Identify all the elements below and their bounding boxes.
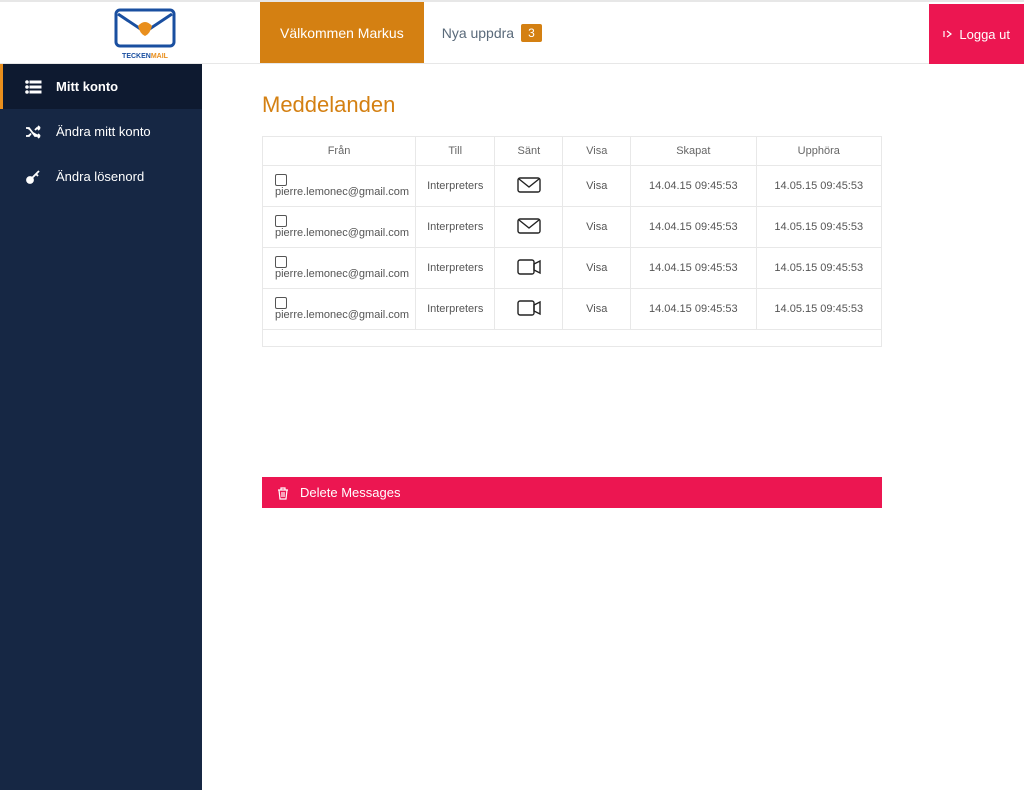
col-expires: Upphöra [756, 137, 881, 166]
cell-sent [495, 289, 563, 330]
cell-sent [495, 166, 563, 207]
row-checkbox[interactable] [275, 215, 287, 227]
main-content: Meddelanden Från Till Sänt Visa Skapat U… [202, 64, 1024, 790]
header: TECKENMAIL Välkommen Markus Nya uppdra 3… [0, 0, 1024, 64]
table-row: pierre.lemonec@gmail.com Interpreters Visa… [263, 248, 882, 289]
cell-created: 14.04.15 09:45:53 [631, 207, 756, 248]
cell-show[interactable]: Visa [563, 289, 631, 330]
table-row: pierre.lemonec@gmail.com Interpreters Visa… [263, 166, 882, 207]
welcome-tab[interactable]: Välkommen Markus [260, 2, 424, 63]
cell-from: pierre.lemonec@gmail.com [263, 166, 416, 207]
cell-sent [495, 248, 563, 289]
cell-expires: 14.05.15 09:45:53 [756, 248, 881, 289]
cell-from: pierre.lemonec@gmail.com [263, 289, 416, 330]
trash-icon [276, 486, 290, 500]
logo-icon: TECKENMAIL [110, 6, 180, 60]
key-icon [22, 168, 44, 186]
list-icon [22, 78, 44, 96]
table-row: pierre.lemonec@gmail.com Interpreters Visa… [263, 207, 882, 248]
video-icon [517, 307, 541, 319]
sidebar: Mitt konto Ändra mitt konto Ändra lösenord [0, 64, 202, 790]
cell-sent [495, 207, 563, 248]
video-icon [517, 266, 541, 278]
delete-label: Delete Messages [300, 485, 400, 500]
shuffle-icon [22, 123, 44, 141]
cell-show[interactable]: Visa [563, 166, 631, 207]
mail-icon [517, 225, 541, 237]
cell-expires: 14.05.15 09:45:53 [756, 289, 881, 330]
logo[interactable]: TECKENMAIL [0, 2, 260, 63]
table-row: pierre.lemonec@gmail.com Interpreters Visa… [263, 289, 882, 330]
cell-expires: 14.05.15 09:45:53 [756, 207, 881, 248]
from-text: pierre.lemonec@gmail.com [275, 227, 409, 239]
svg-text:TECKENMAIL: TECKENMAIL [122, 53, 169, 60]
sidebar-item-2[interactable]: Ändra lösenord [0, 154, 202, 199]
delete-messages-button[interactable]: Delete Messages [262, 477, 882, 508]
sidebar-item-0[interactable]: Mitt konto [0, 64, 202, 109]
table-header-row: Från Till Sänt Visa Skapat Upphöra [263, 137, 882, 166]
col-to: Till [416, 137, 495, 166]
sidebar-item-label: Ändra lösenord [56, 169, 144, 184]
cell-expires: 14.05.15 09:45:53 [756, 166, 881, 207]
cell-from: pierre.lemonec@gmail.com [263, 248, 416, 289]
cell-to: Interpreters [416, 289, 495, 330]
from-text: pierre.lemonec@gmail.com [275, 186, 409, 198]
notifications-badge: 3 [521, 24, 542, 42]
logout-label: Logga ut [959, 27, 1010, 42]
messages-table: Från Till Sänt Visa Skapat Upphöra pierr… [262, 136, 882, 347]
cell-created: 14.04.15 09:45:53 [631, 166, 756, 207]
logout-button[interactable]: Logga ut [929, 4, 1024, 64]
col-sent: Sänt [495, 137, 563, 166]
col-show: Visa [563, 137, 631, 166]
col-created: Skapat [631, 137, 756, 166]
notifications-label: Nya uppdra [442, 25, 514, 41]
cell-created: 14.04.15 09:45:53 [631, 248, 756, 289]
from-text: pierre.lemonec@gmail.com [275, 268, 409, 280]
cell-show[interactable]: Visa [563, 248, 631, 289]
cell-created: 14.04.15 09:45:53 [631, 289, 756, 330]
from-text: pierre.lemonec@gmail.com [275, 309, 409, 321]
logout-icon [943, 29, 953, 39]
cell-from: pierre.lemonec@gmail.com [263, 207, 416, 248]
col-from: Från [263, 137, 416, 166]
cell-show[interactable]: Visa [563, 207, 631, 248]
page-title: Meddelanden [262, 92, 994, 118]
row-checkbox[interactable] [275, 174, 287, 186]
sidebar-item-label: Mitt konto [56, 79, 118, 94]
row-checkbox[interactable] [275, 297, 287, 309]
mail-icon [517, 184, 541, 196]
row-checkbox[interactable] [275, 256, 287, 268]
cell-to: Interpreters [416, 248, 495, 289]
sidebar-item-label: Ändra mitt konto [56, 124, 151, 139]
cell-to: Interpreters [416, 207, 495, 248]
cell-to: Interpreters [416, 166, 495, 207]
notifications-tab[interactable]: Nya uppdra 3 [424, 2, 560, 63]
sidebar-item-1[interactable]: Ändra mitt konto [0, 109, 202, 154]
